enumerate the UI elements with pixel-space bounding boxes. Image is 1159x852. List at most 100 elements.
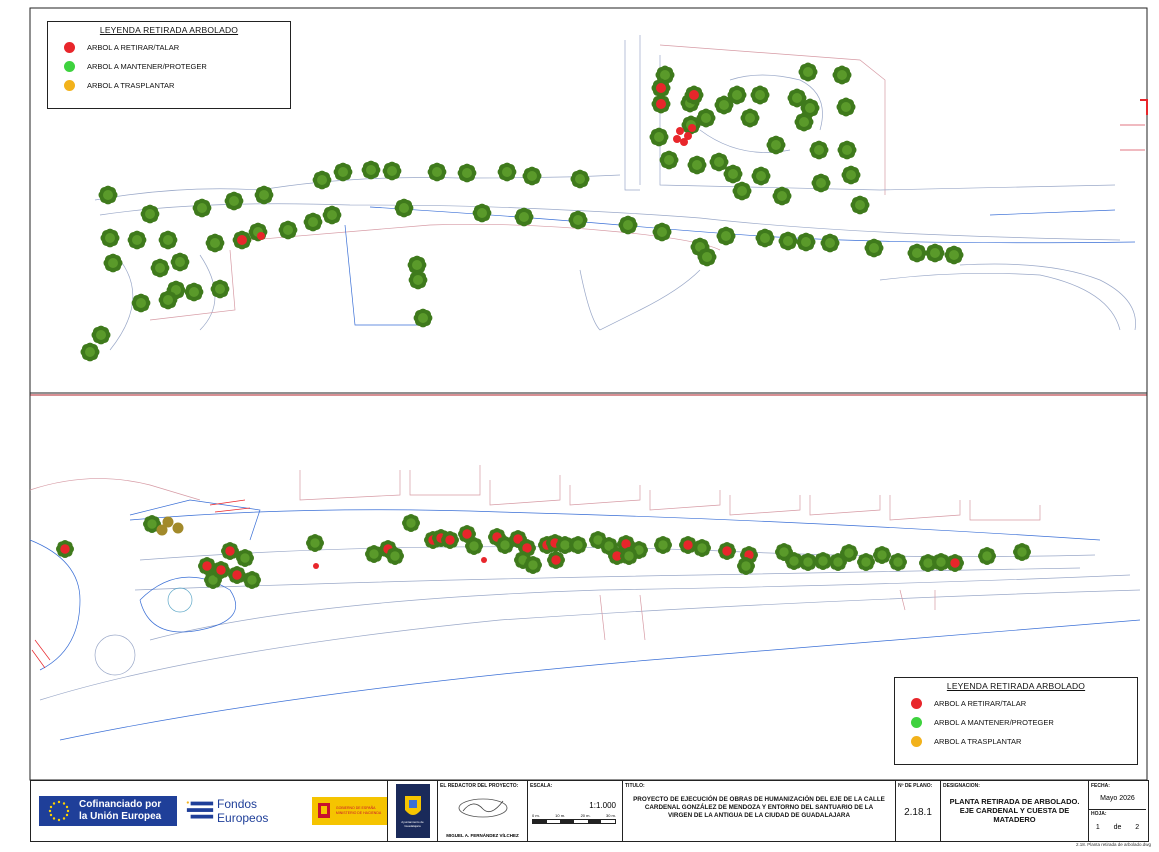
plano-value: 2.18.1 <box>904 807 932 818</box>
tree-to-keep <box>333 162 353 182</box>
tree-to-remove <box>651 94 671 114</box>
tree-to-keep <box>727 85 747 105</box>
orange-dot-icon <box>64 80 75 91</box>
gobierno-logo: GOBIERNO DE ESPAÑA MINISTERIO DE HACIEND… <box>311 797 387 825</box>
tree-to-keep <box>755 228 775 248</box>
red-dot-icon <box>911 698 922 709</box>
eu-flag-icon <box>39 796 79 826</box>
tree-to-keep <box>408 270 428 290</box>
tree-to-keep <box>170 252 190 272</box>
tree-to-keep <box>654 536 672 554</box>
tree-to-keep <box>103 253 123 273</box>
tree-to-keep <box>978 547 996 565</box>
tree-to-keep <box>224 191 244 211</box>
tree-to-keep <box>243 571 261 589</box>
designacion-cell: DESIGNACION: PLANTA RETIRADA DE ARBOLADO… <box>941 781 1089 841</box>
titulo-label: TITULO: <box>625 783 645 789</box>
tree-to-keep <box>778 231 798 251</box>
tree-to-keep <box>100 228 120 248</box>
tree-to-transplant <box>156 524 168 536</box>
tree-to-keep <box>696 108 716 128</box>
tree-to-keep <box>524 556 542 574</box>
titulo-cell: TITULO: PROYECTO DE EJECUCIÓN DE OBRAS D… <box>623 781 896 841</box>
fecha-value: Mayo 2026 <box>1100 795 1135 802</box>
tree-to-keep <box>322 205 342 225</box>
tree-to-keep <box>800 98 820 118</box>
tree-to-remove <box>481 557 487 563</box>
logos-cell: Cofinanciado por la Unión Europea Fondos… <box>31 781 388 841</box>
tree-to-keep <box>236 549 254 567</box>
orange-dot-icon <box>911 736 922 747</box>
red-dot-icon <box>64 42 75 53</box>
tree-to-keep <box>840 544 858 562</box>
tree-to-remove <box>232 230 252 250</box>
tree-to-remove <box>676 127 684 135</box>
escala-cell: ESCALA: 1:1.000 0 m. 10 m. 20 m. 30 m. <box>528 781 623 841</box>
designacion-label: DESIGNACION: <box>943 783 980 789</box>
tree-to-keep <box>889 553 907 571</box>
tree-to-keep <box>312 170 332 190</box>
tree-to-remove <box>688 124 696 132</box>
tree-to-keep <box>732 181 752 201</box>
tree-to-keep <box>394 198 414 218</box>
tree-to-keep <box>184 282 204 302</box>
tree-to-keep <box>140 204 160 224</box>
tree-to-keep <box>836 97 856 117</box>
legend-item-mantener: ARBOL A MANTENER/PROTEGER <box>911 717 1137 728</box>
legend-item-retirar: ARBOL A RETIRAR/TALAR <box>64 42 290 53</box>
tree-to-keep <box>798 62 818 82</box>
legend-item-label: ARBOL A TRASPLANTAR <box>934 737 1022 746</box>
eu-text-line1: Cofinanciado por <box>79 799 162 810</box>
scale-bar: 0 m. 10 m. 20 m. 30 m. <box>532 813 616 824</box>
fecha-label: FECHA: <box>1091 783 1110 789</box>
legend-item-mantener: ARBOL A MANTENER/PROTEGER <box>64 61 290 72</box>
tree-to-keep <box>751 166 771 186</box>
tree-to-keep <box>796 232 816 252</box>
titulo-value: PROYECTO DE EJECUCIÓN DE OBRAS DE HUMANI… <box>633 796 885 819</box>
tree-to-remove <box>441 531 460 549</box>
tree-to-keep <box>618 215 638 235</box>
tree-to-keep <box>697 247 717 267</box>
tree-to-keep <box>944 245 964 265</box>
tree-to-remove <box>684 85 704 105</box>
tree-to-transplant <box>172 522 184 534</box>
city-shield-icon <box>404 796 421 815</box>
scale-tick-label: 10 m. <box>555 813 566 818</box>
eu-text-line2: la Unión Europea <box>79 811 162 822</box>
escala-value: 1:1.000 <box>589 801 616 810</box>
tree-to-keep <box>382 161 402 181</box>
tree-to-keep <box>568 210 588 230</box>
green-dot-icon <box>911 717 922 728</box>
tree-to-keep <box>841 165 861 185</box>
tree-to-remove <box>257 232 265 240</box>
tree-to-remove <box>718 542 736 560</box>
tree-to-keep <box>158 230 178 250</box>
tree-to-keep <box>864 238 884 258</box>
tree-to-keep <box>659 150 679 170</box>
tree-to-keep <box>820 233 840 253</box>
hoja-label: HOJA: <box>1091 811 1107 817</box>
tree-to-keep <box>687 155 707 175</box>
legend-item-trasplantar: ARBOL A TRASPLANTAR <box>911 736 1137 747</box>
hoja-total: 2 <box>1135 824 1140 831</box>
fecha-cell: FECHA: Mayo 2026 HOJA: 1 de 2 <box>1089 781 1146 841</box>
tree-to-keep <box>723 164 743 184</box>
tree-to-keep <box>254 185 274 205</box>
tree-to-keep <box>150 258 170 278</box>
sheet-frame <box>29 7 1148 781</box>
tree-to-keep <box>413 308 433 328</box>
tree-to-keep <box>569 536 587 554</box>
tree-to-keep <box>811 173 831 193</box>
tree-to-keep <box>693 539 711 557</box>
redactor-label: EL REDACTOR DEL PROYECTO: <box>440 783 519 789</box>
signature-icon <box>458 798 508 818</box>
tree-to-remove <box>547 551 565 569</box>
fondos-logo: Fondos Europeos <box>185 797 306 825</box>
tree-to-keep <box>80 342 100 362</box>
tree-to-keep <box>131 293 151 313</box>
file-note: 2.18. Planta retirada de arbolado.dwg <box>1075 842 1151 847</box>
fondos-text: Fondos Europeos <box>217 797 269 825</box>
plano-cell: Nº DE PLANO: 2.18.1 <box>896 781 941 841</box>
tree-to-keep <box>857 553 875 571</box>
tree-to-remove <box>313 563 319 569</box>
